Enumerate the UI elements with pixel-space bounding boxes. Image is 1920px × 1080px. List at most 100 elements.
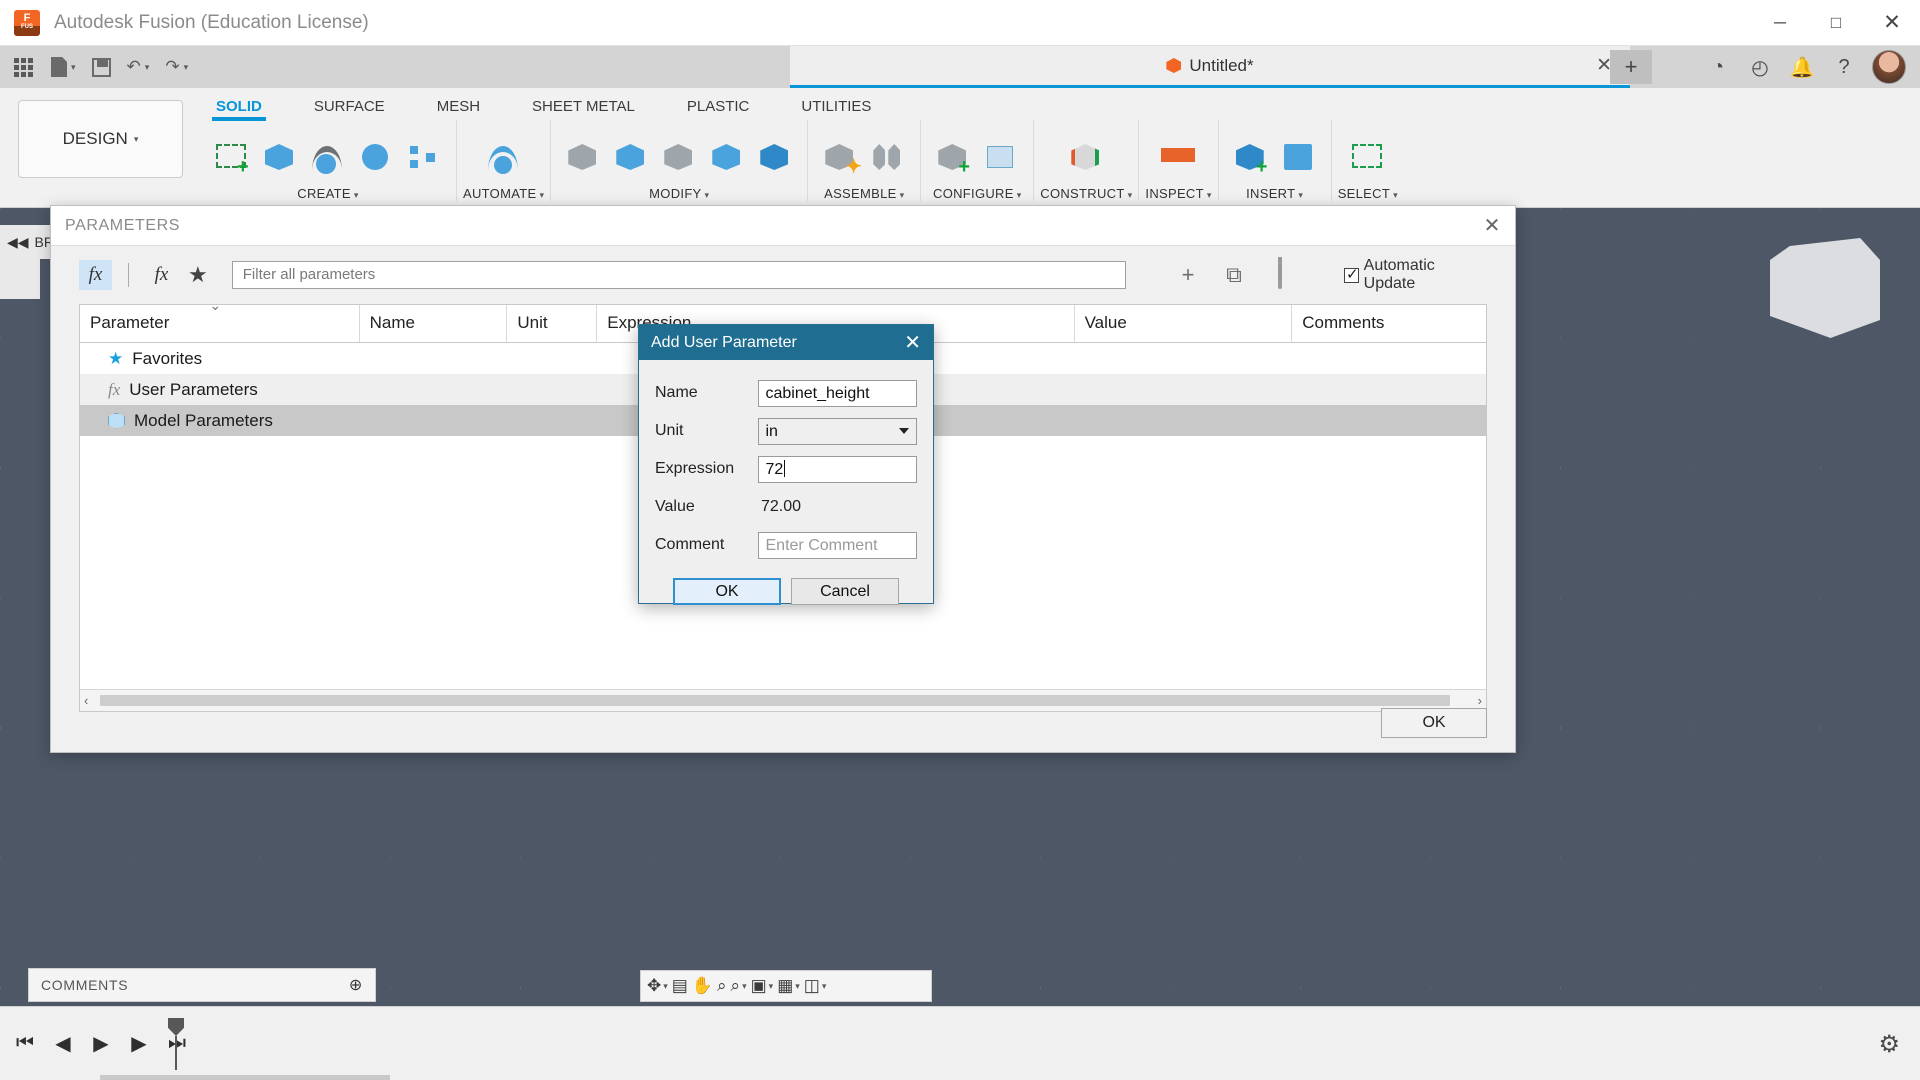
- add-comment-icon[interactable]: ⊕: [349, 975, 363, 995]
- column-header-unit[interactable]: Unit: [507, 305, 598, 342]
- scroll-right-arrow[interactable]: ›: [1478, 693, 1482, 708]
- tab-utilities[interactable]: UTILITIES: [775, 88, 897, 121]
- chevron-down-icon: ▾: [1298, 190, 1304, 200]
- minimize-button[interactable]: ─: [1752, 0, 1808, 45]
- comment-input[interactable]: Enter Comment: [757, 531, 917, 559]
- chevron-down-icon: ▾: [1393, 190, 1398, 200]
- automate-label: AUTOMATE: [463, 186, 537, 201]
- duplicate-parameter-button[interactable]: ⧉: [1222, 262, 1246, 288]
- step-forward-button[interactable]: ▶: [126, 1031, 152, 1056]
- add-user-parameter-form: Name cabinet_height Unit in Expression 7…: [639, 360, 933, 605]
- combine-icon[interactable]: [705, 134, 749, 180]
- offset-face-icon[interactable]: [753, 134, 797, 180]
- display-settings-icon[interactable]: ▣ ▾: [751, 976, 774, 996]
- automatic-update-toggle[interactable]: Automatic Update: [1344, 257, 1487, 293]
- sketch-icon[interactable]: +: [210, 134, 254, 180]
- viewports-icon[interactable]: ◫ ▾: [804, 976, 827, 996]
- column-header-parameter[interactable]: Parameter: [80, 305, 360, 342]
- look-at-icon[interactable]: ▤: [672, 976, 688, 996]
- canvas-icon[interactable]: [1277, 134, 1321, 180]
- delete-parameter-button[interactable]: [1268, 257, 1292, 289]
- fillet-icon[interactable]: [609, 134, 653, 180]
- plane-icon[interactable]: [1064, 134, 1108, 180]
- column-header-value[interactable]: Value: [1075, 305, 1293, 342]
- configure-icon[interactable]: +: [931, 134, 975, 180]
- zoom-window-icon[interactable]: ⌕ ▾: [731, 976, 747, 996]
- collapse-browser-icon[interactable]: ◀◀: [7, 234, 29, 251]
- ribbon-group-insert: + INSERT ▾: [1219, 120, 1332, 201]
- column-header-comments[interactable]: Comments: [1292, 305, 1486, 342]
- ribbon-group-configure: + CONFIGURE ▾: [921, 120, 1035, 201]
- name-input[interactable]: cabinet_height: [757, 379, 917, 407]
- select-icon[interactable]: [1346, 134, 1390, 180]
- play-button[interactable]: ▶: [88, 1031, 114, 1056]
- add-parameter-button[interactable]: +: [1176, 262, 1200, 288]
- grid-snaps-icon[interactable]: ▦ ▾: [777, 976, 800, 996]
- expression-label: Expression: [655, 460, 735, 477]
- new-document-button[interactable]: ▾: [43, 46, 84, 88]
- shell-icon[interactable]: [657, 134, 701, 180]
- close-parameters-icon[interactable]: ✕: [1484, 213, 1501, 238]
- filter-parameters-input[interactable]: Filter all parameters: [231, 261, 1127, 289]
- cancel-button[interactable]: Cancel: [791, 578, 899, 605]
- unit-select[interactable]: in: [757, 417, 917, 445]
- new-tab-button[interactable]: +: [1610, 50, 1652, 84]
- parameters-ok-button[interactable]: OK: [1381, 708, 1487, 738]
- insert-derive-icon[interactable]: +: [1229, 134, 1273, 180]
- timeline-scrollbar[interactable]: [100, 1075, 390, 1080]
- extensions-icon[interactable]: ◔: [1704, 53, 1732, 81]
- press-pull-icon[interactable]: [561, 134, 605, 180]
- scroll-left-arrow[interactable]: ‹: [84, 693, 88, 708]
- measure-icon[interactable]: [1157, 134, 1201, 180]
- step-back-button[interactable]: ◀: [50, 1031, 76, 1056]
- fx-all-parameters-button[interactable]: fx: [79, 260, 113, 290]
- extrude-icon[interactable]: [258, 134, 302, 180]
- orbit-glyph: ✥: [647, 976, 662, 995]
- group-label-assemble: ASSEMBLE ▾: [824, 186, 904, 201]
- job-status-icon[interactable]: ◴: [1746, 53, 1774, 81]
- expression-input[interactable]: 72: [757, 455, 917, 483]
- view-cube[interactable]: [1770, 238, 1880, 338]
- automate-icon[interactable]: [482, 134, 526, 180]
- go-to-beginning-button[interactable]: ⏮: [12, 1032, 38, 1055]
- assemble-label: ASSEMBLE: [824, 186, 897, 201]
- favorites-filter-icon[interactable]: ★: [188, 262, 208, 288]
- help-icon[interactable]: ?: [1830, 53, 1858, 81]
- tab-surface[interactable]: SURFACE: [288, 88, 411, 121]
- save-button[interactable]: [84, 46, 119, 88]
- close-add-user-parameter-icon[interactable]: ✕: [904, 330, 921, 355]
- cube-icon: [108, 412, 125, 429]
- column-header-name[interactable]: Name: [360, 305, 508, 342]
- revolve-icon[interactable]: [306, 134, 350, 180]
- new-component-icon[interactable]: ✦: [818, 134, 862, 180]
- orbit-icon[interactable]: ✥ ▾: [647, 976, 668, 996]
- close-window-button[interactable]: ✕: [1864, 0, 1920, 45]
- sweep-icon[interactable]: [354, 134, 398, 180]
- undo-button[interactable]: ↶ ▾: [119, 46, 158, 88]
- tab-mesh[interactable]: MESH: [411, 88, 506, 121]
- tab-sheet-metal[interactable]: SHEET METAL: [506, 88, 661, 121]
- tab-solid[interactable]: SOLID: [190, 88, 288, 121]
- pan-icon[interactable]: ✋: [692, 976, 713, 996]
- tab-plastic[interactable]: PLASTIC: [661, 88, 776, 121]
- notifications-bell-icon[interactable]: 🔔: [1788, 53, 1816, 81]
- ok-button[interactable]: OK: [673, 578, 781, 605]
- workspace-selector[interactable]: DESIGN ▾: [18, 100, 183, 178]
- document-tab[interactable]: Untitled* ✕: [790, 46, 1630, 88]
- app-grid-icon[interactable]: [14, 57, 33, 77]
- pattern-icon[interactable]: [402, 134, 446, 180]
- redo-button[interactable]: ↷ ▾: [157, 46, 196, 88]
- horizontal-scrollbar[interactable]: ‹ ›: [80, 689, 1486, 711]
- maximize-button[interactable]: □: [1808, 0, 1864, 45]
- parameters-toolbar: fx fx ★ Filter all parameters + ⧉ Automa…: [51, 246, 1515, 304]
- comments-panel[interactable]: COMMENTS ⊕: [28, 968, 376, 1002]
- automatic-update-checkbox[interactable]: [1344, 265, 1359, 283]
- joint-icon[interactable]: [866, 134, 910, 180]
- settings-gear-icon[interactable]: ⚙: [1878, 1030, 1900, 1059]
- fx-user-parameters-button[interactable]: fx: [145, 260, 178, 290]
- avatar[interactable]: [1872, 50, 1906, 84]
- zoom-icon[interactable]: ⌕: [717, 976, 727, 996]
- scrollbar-thumb[interactable]: [100, 695, 1450, 706]
- table-icon[interactable]: [979, 134, 1023, 180]
- timeline-marker[interactable]: [168, 1018, 184, 1070]
